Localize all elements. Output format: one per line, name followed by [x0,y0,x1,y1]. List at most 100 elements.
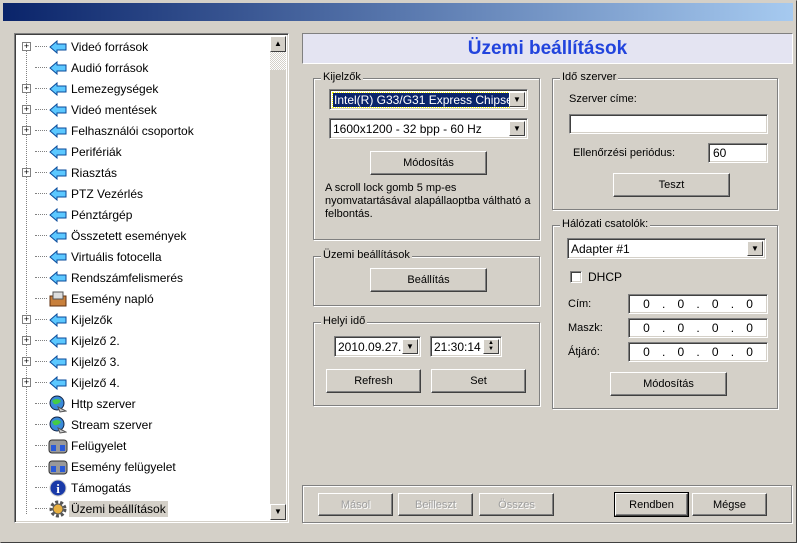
refresh-button[interactable]: Refresh [326,369,421,393]
expand-icon[interactable]: + [22,105,31,114]
ip-octet: 0 [643,297,650,311]
expand-icon[interactable]: + [22,378,31,387]
tree-connector [35,256,47,257]
expand-icon[interactable]: + [22,42,31,51]
dhcp-checkbox[interactable] [570,271,582,283]
tree-item[interactable]: PTZ Vezérlés [15,184,265,203]
gateway-input[interactable]: 0. 0. 0. 0 [628,342,768,362]
tree-connector [35,67,47,68]
tree-item-label: Pénztárgép [71,207,133,222]
arrow-left-icon [48,59,68,77]
check-period-input[interactable]: 60 [708,143,768,163]
chevron-down-icon[interactable]: ▼ [509,92,525,107]
tree-item-label: Felhasználói csoportok [71,123,194,138]
tree-item[interactable]: + Riasztás [15,163,265,182]
group-title: Üzemi beállítások [321,249,412,261]
tree-item[interactable]: + Felhasználói csoportok [15,121,265,140]
tree-item-label: PTZ Vezérlés [71,186,144,201]
server-address-input[interactable] [569,114,768,134]
tree-item[interactable]: Rendszámfelismerés [15,268,265,287]
ip-dot: . [730,297,735,311]
tree-connector [35,172,47,173]
tree-item-label: Http szerver [71,396,136,411]
tree-item[interactable]: Perifériák [15,142,265,161]
selected-value: 1600x1200 - 32 bpp - 60 Hz [333,121,482,136]
subnet-mask-input[interactable]: 0. 0. 0. 0 [628,318,768,338]
expand-icon[interactable]: + [22,84,31,93]
tree-item-label: Videó források [71,39,149,54]
set-time-button[interactable]: Set [431,369,526,393]
tree-item[interactable]: Üzemi beállítások [15,499,265,518]
expand-icon[interactable]: + [22,315,31,324]
scroll-down-button[interactable]: ▼ [270,504,286,520]
operation-settings-button[interactable]: Beállítás [370,268,487,292]
display-mode-select[interactable]: 1600x1200 - 32 bpp - 60 Hz ▼ [329,118,528,139]
expand-icon[interactable]: + [22,357,31,366]
tree-connector [35,361,47,362]
svg-text:i: i [56,481,60,496]
tree-item[interactable]: + Videó mentések [15,100,265,119]
tree-item[interactable]: i Támogatás [15,478,265,497]
tree-item-label: Stream szerver [71,417,153,432]
expand-icon[interactable]: + [22,126,31,135]
gateway-label: Átjáró: [568,346,600,358]
network-adapter-select[interactable]: Adapter #1 ▼ [567,238,766,259]
network-modify-button[interactable]: Módosítás [610,372,727,396]
tree-item-label: Lemezegységek [71,81,159,96]
globe-icon [48,416,68,434]
gear-icon [48,500,68,518]
tree-item[interactable]: Stream szerver [15,415,265,434]
scroll-thumb[interactable] [270,52,286,70]
chevron-down-icon[interactable]: ▼ [402,339,418,354]
tree-item[interactable]: Virtuális fotocella [15,247,265,266]
tree-connector [35,214,47,215]
local-time-group: Helyi idő [313,315,540,406]
chevron-down-icon[interactable]: ▼ [747,241,763,256]
mask-label: Maszk: [568,322,603,334]
tree-connector [35,193,47,194]
tree-item[interactable]: + Lemezegységek [15,79,265,98]
tree-item[interactable]: + Kijelző 3. [15,352,265,371]
tree-item-label: Videó mentések [71,102,157,117]
tree-item[interactable]: + Kijelző 2. [15,331,265,350]
copy-button[interactable]: Másol [318,493,393,516]
ip-dot: . [730,345,735,359]
tree-item[interactable]: + Videó források [15,37,265,56]
all-button[interactable]: Összes [479,493,554,516]
time-spinner[interactable]: 21:30:14 ▲ ▼ [430,336,502,357]
tree-item[interactable]: Pénztárgép [15,205,265,224]
arrow-left-icon [48,248,68,266]
expand-icon[interactable]: + [22,168,31,177]
ip-octet: 0 [677,297,685,311]
test-button[interactable]: Teszt [613,173,730,197]
chevron-down-icon[interactable]: ▼ [509,121,525,136]
log-box-icon [48,290,68,308]
arrow-left-icon [48,374,68,392]
tree-connector [35,382,47,383]
tree-item[interactable]: Esemény felügyelet [15,457,265,476]
expand-icon[interactable]: + [22,336,31,345]
date-picker[interactable]: 2010.09.27. ▼ [334,336,421,357]
tree-item[interactable]: Http szerver [15,394,265,413]
tree-item[interactable]: Audió források [15,58,265,77]
group-title: Kijelzők [321,71,363,83]
arrow-left-icon [48,38,68,56]
tree-item[interactable]: Esemény napló [15,289,265,308]
tree-item[interactable]: + Kijelző 4. [15,373,265,392]
group-title: Helyi idő [321,315,368,327]
ok-button[interactable]: Rendben [614,492,689,517]
display-modify-button[interactable]: Módosítás [370,151,487,175]
scroll-up-button[interactable]: ▲ [270,36,286,52]
tree-item[interactable]: Felügyelet [15,436,265,455]
arrow-left-icon [48,332,68,350]
tree-connector [35,319,47,320]
tree-connector [35,508,47,509]
display-adapter-select[interactable]: Intel(R) G33/G31 Express Chipset Family … [329,89,528,110]
tree-item[interactable]: Összetett események [15,226,265,245]
spinner-arrows-icon[interactable]: ▲ ▼ [483,339,499,354]
paste-button[interactable]: Beilleszt [398,493,473,516]
tree-item[interactable]: + Kijelzők [15,310,265,329]
tree-scrollbar[interactable]: ▲ ▼ [270,36,286,520]
ip-address-input[interactable]: 0. 0. 0. 0 [628,294,768,314]
cancel-button[interactable]: Mégse [692,493,767,516]
